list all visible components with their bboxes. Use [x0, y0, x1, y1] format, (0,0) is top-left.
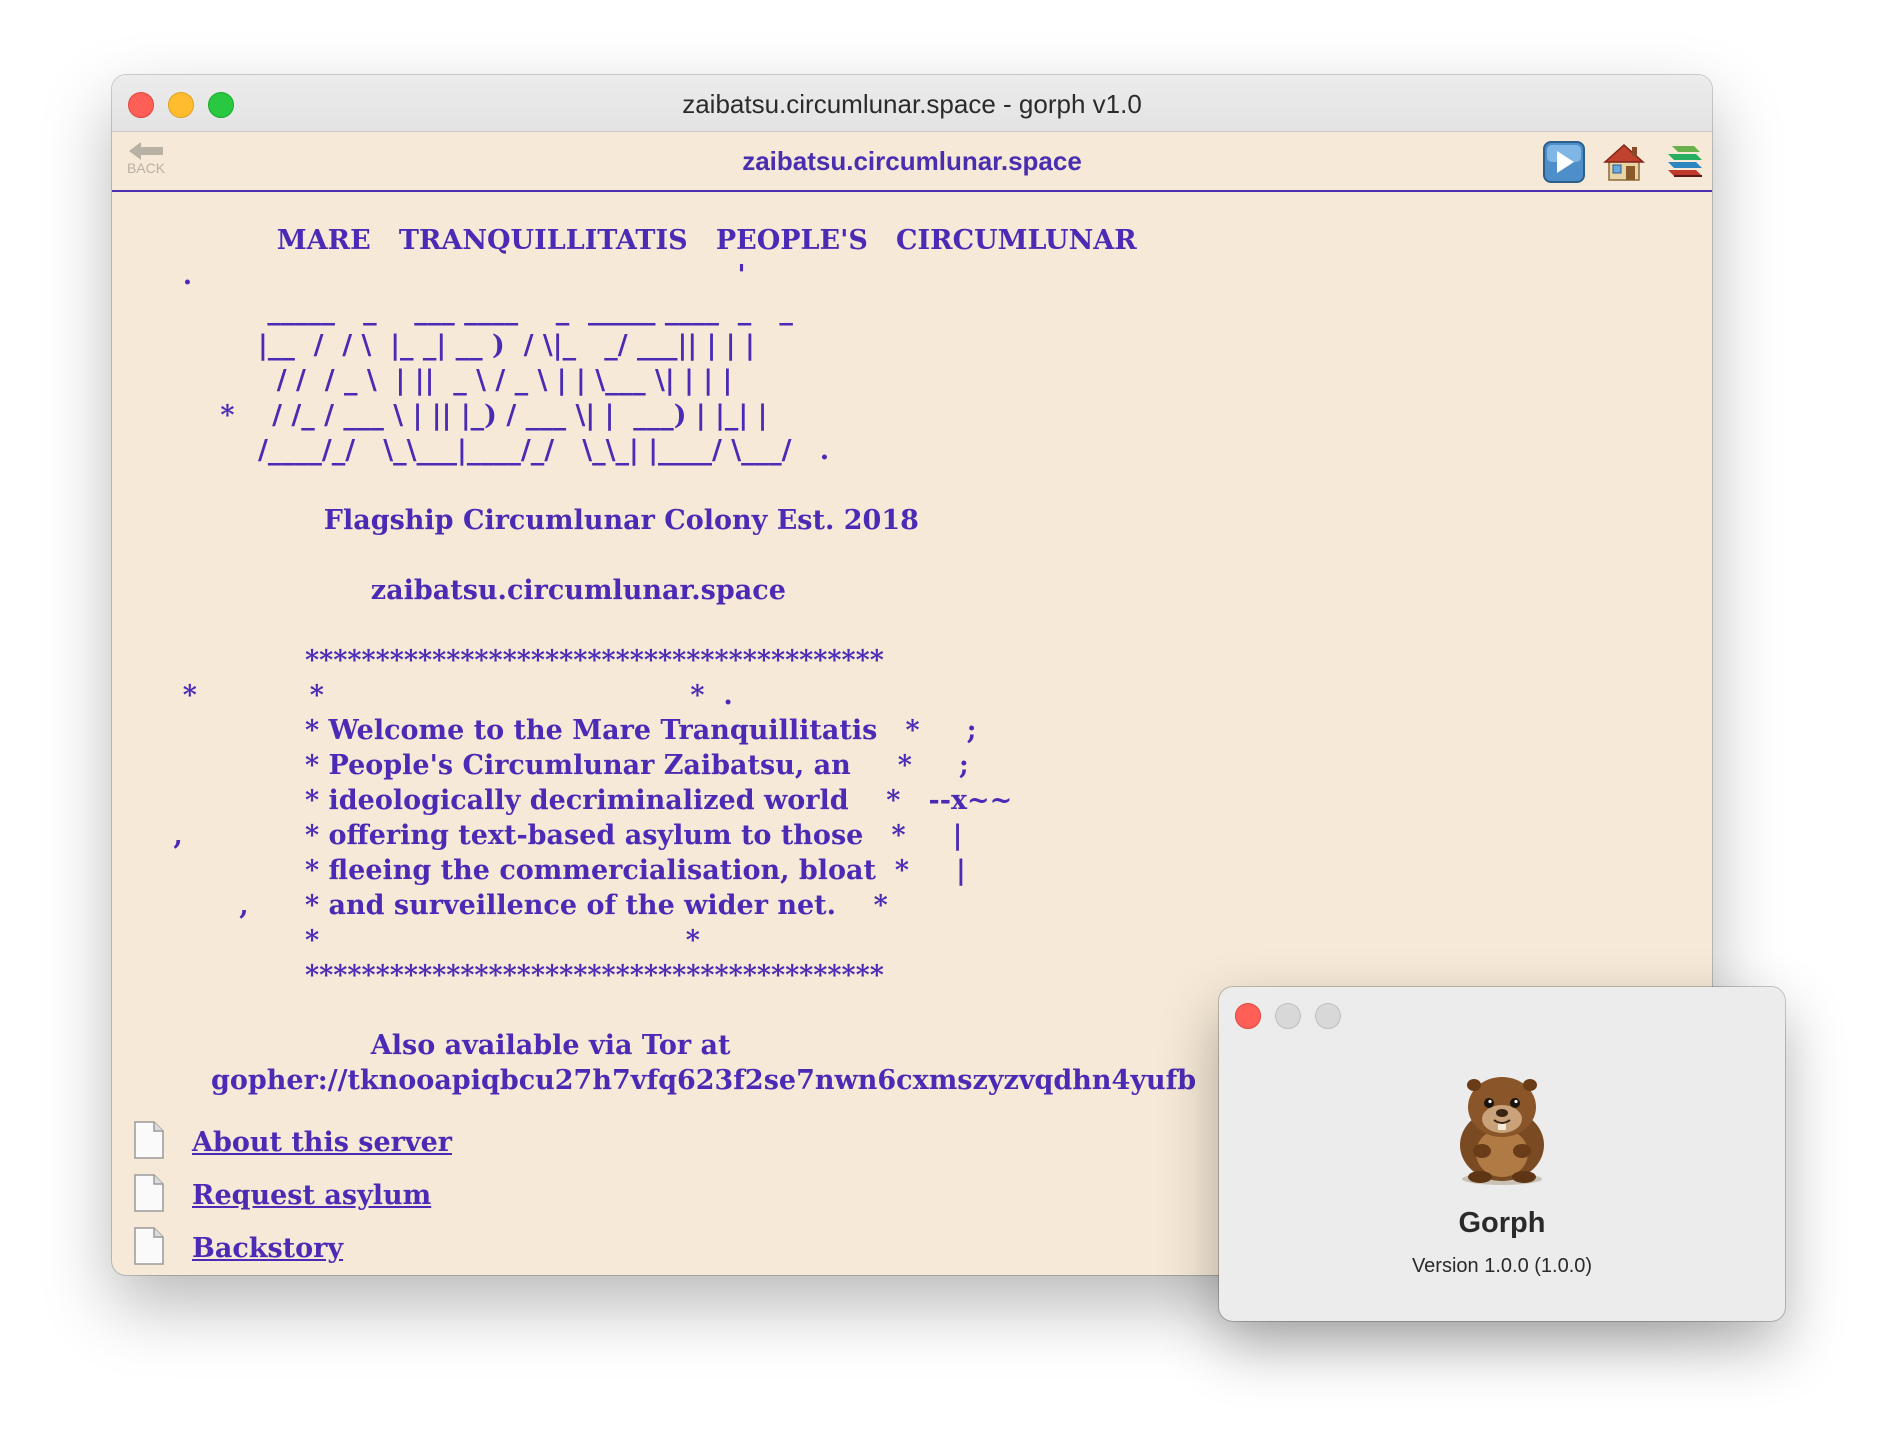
document-icon — [134, 1121, 164, 1159]
document-icon — [134, 1227, 164, 1265]
about-zoom-button — [1315, 1003, 1341, 1029]
title-bar[interactable]: zaibatsu.circumlunar.space - gorph v1.0 — [112, 75, 1712, 132]
menu-link-backstory[interactable]: Backstory — [192, 1226, 343, 1272]
menu-link-about[interactable]: About this server — [192, 1120, 452, 1166]
gopher-app-icon — [1460, 1077, 1544, 1185]
bookmarks-icon[interactable] — [1662, 140, 1706, 184]
play-icon[interactable] — [1542, 140, 1586, 184]
about-title-bar[interactable] — [1219, 987, 1785, 1043]
toolbar: BACK zaibatsu.circumlunar.space — [112, 132, 1712, 192]
menu-link-request-asylum[interactable]: Request asylum — [192, 1173, 431, 1219]
document-icon — [134, 1174, 164, 1212]
about-app-version: Version 1.0.0 (1.0.0) — [1411, 1255, 1593, 1277]
about-close-button[interactable] — [1235, 1003, 1261, 1029]
about-app-name: Gorph — [1458, 1207, 1546, 1239]
address-bar[interactable]: zaibatsu.circumlunar.space — [112, 146, 1712, 177]
window-title: zaibatsu.circumlunar.space - gorph v1.0 — [682, 89, 1142, 119]
home-icon[interactable] — [1602, 140, 1646, 184]
gopher-text-block: MARE TRANQUILLITATIS PEOPLE'S CIRCUMLUNA… — [173, 225, 1197, 1096]
about-dialog: Gorph Version 1.0.0 (1.0.0) — [1219, 987, 1785, 1321]
about-minimize-button — [1275, 1003, 1301, 1029]
